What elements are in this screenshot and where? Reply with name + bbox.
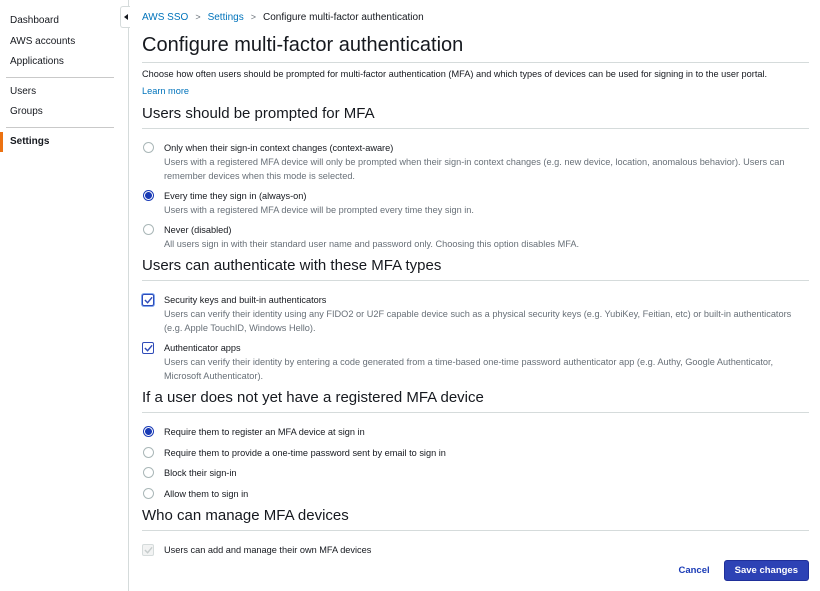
- sidebar-group-main: Dashboard AWS accounts Applications: [0, 0, 128, 73]
- section-prompt-mfa: Users should be prompted for MFA Only wh…: [142, 105, 809, 251]
- checkbox[interactable]: [142, 342, 154, 354]
- checkbox-option-security-keys[interactable]: Security keys and built-in authenticator…: [142, 293, 809, 335]
- caret-left-icon: [123, 14, 128, 20]
- section-no-device: If a user does not yet have a registered…: [142, 389, 809, 501]
- radio-button[interactable]: [143, 224, 154, 235]
- option-label: Require them to register an MFA device a…: [164, 427, 365, 437]
- checkmark-icon: [143, 344, 153, 352]
- radio-button[interactable]: [143, 142, 154, 153]
- sidebar-nav: Dashboard AWS accounts Applications User…: [0, 0, 129, 591]
- breadcrumb-separator-icon: >: [250, 12, 256, 22]
- radio-option-allow[interactable]: Allow them to sign in: [142, 487, 809, 501]
- sidebar-divider: [6, 76, 114, 78]
- option-label: Block their sign-in: [164, 468, 237, 478]
- option-label: Users can add and manage their own MFA d…: [164, 545, 372, 555]
- page-intro: Choose how often users should be prompte…: [142, 69, 768, 79]
- section-title: Users should be prompted for MFA: [142, 105, 809, 129]
- mfa-types-checkbox-group: Security keys and built-in authenticator…: [142, 281, 809, 383]
- radio-option-block[interactable]: Block their sign-in: [142, 466, 809, 480]
- manage-checkbox-group: Users can add and manage their own MFA d…: [142, 531, 809, 557]
- sidebar-divider: [6, 126, 114, 128]
- radio-button[interactable]: [143, 426, 154, 437]
- sidebar-group-identities: Users Groups: [0, 82, 128, 123]
- save-changes-button[interactable]: Save changes: [723, 560, 809, 581]
- checkmark-icon: [143, 546, 153, 554]
- radio-button[interactable]: [143, 190, 154, 201]
- checkmark-icon: [143, 296, 153, 304]
- option-description: Users with a registered MFA device will …: [164, 205, 474, 215]
- checkbox: [142, 544, 154, 556]
- option-label: Allow them to sign in: [164, 488, 249, 499]
- radio-option-never[interactable]: Never (disabled) All users sign in with …: [142, 223, 809, 251]
- option-description: Users can verify their identity by enter…: [164, 357, 774, 381]
- radio-button[interactable]: [143, 467, 154, 478]
- checkbox[interactable]: [142, 294, 154, 306]
- breadcrumb-current: Configure multi-factor authentication: [262, 11, 424, 23]
- sidebar-collapse-button[interactable]: [120, 6, 130, 28]
- section-manage-devices: Who can manage MFA devices Users can add…: [142, 507, 809, 557]
- option-description: Users can verify their identity using an…: [164, 309, 792, 333]
- option-label: Authenticator apps: [164, 343, 241, 353]
- sidebar-group-settings: Settings: [0, 131, 128, 152]
- option-label: Never (disabled): [164, 225, 232, 235]
- option-label: Every time they sign in (always-on): [164, 191, 307, 201]
- learn-more-link[interactable]: Learn more: [142, 84, 189, 98]
- option-description: All users sign in with their standard us…: [164, 239, 580, 249]
- sidebar-item-groups[interactable]: Groups: [0, 102, 128, 123]
- option-label: Require them to provide a one-time passw…: [164, 447, 446, 458]
- cancel-button[interactable]: Cancel: [678, 565, 709, 576]
- option-label: Only when their sign-in context changes …: [164, 143, 394, 153]
- checkbox-option-authenticator-apps[interactable]: Authenticator apps Users can verify thei…: [142, 341, 809, 383]
- main-content: AWS SSO > Settings > Configure multi-fac…: [142, 0, 809, 563]
- section-mfa-types: Users can authenticate with these MFA ty…: [142, 257, 809, 383]
- prompt-radio-group: Only when their sign-in context changes …: [142, 129, 809, 251]
- section-title: Who can manage MFA devices: [142, 507, 809, 531]
- sidebar-item-users[interactable]: Users: [0, 82, 128, 103]
- checkbox-option-users-manage: Users can add and manage their own MFA d…: [142, 543, 809, 557]
- option-label: Security keys and built-in authenticator…: [164, 295, 327, 305]
- radio-button[interactable]: [143, 446, 154, 458]
- radio-option-email-otp[interactable]: Require them to provide a one-time passw…: [142, 446, 809, 460]
- sidebar-item-aws-accounts[interactable]: AWS accounts: [0, 32, 128, 53]
- radio-option-require-register[interactable]: Require them to register an MFA device a…: [142, 425, 809, 439]
- sidebar-item-dashboard[interactable]: Dashboard: [0, 11, 128, 32]
- form-actions: Cancel Save changes: [678, 560, 809, 581]
- sidebar-item-settings[interactable]: Settings: [0, 131, 128, 152]
- breadcrumb-settings[interactable]: Settings: [208, 12, 244, 23]
- breadcrumb: AWS SSO > Settings > Configure multi-fac…: [142, 11, 809, 23]
- breadcrumb-aws-sso[interactable]: AWS SSO: [142, 12, 188, 23]
- option-description: Users with a registered MFA device will …: [164, 157, 785, 181]
- section-title: If a user does not yet have a registered…: [142, 389, 809, 413]
- radio-option-context-aware[interactable]: Only when their sign-in context changes …: [142, 141, 809, 183]
- radio-option-always-on[interactable]: Every time they sign in (always-on) User…: [142, 189, 809, 217]
- sidebar-item-applications[interactable]: Applications: [0, 52, 128, 73]
- section-title: Users can authenticate with these MFA ty…: [142, 257, 809, 281]
- radio-button[interactable]: [143, 487, 154, 499]
- page-title: Configure multi-factor authentication: [142, 33, 809, 63]
- breadcrumb-separator-icon: >: [195, 12, 201, 22]
- no-device-radio-group: Require them to register an MFA device a…: [142, 413, 809, 501]
